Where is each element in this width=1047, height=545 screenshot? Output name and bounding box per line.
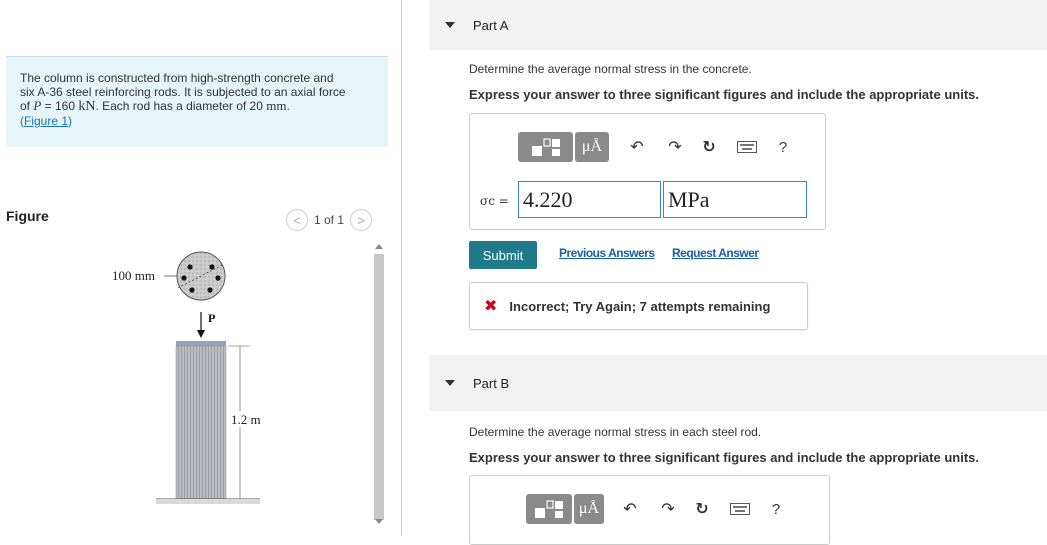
problem-line-1: The column is constructed from high-stre… <box>20 71 334 85</box>
figure-title: Figure <box>6 208 49 224</box>
error-x-icon: ✖ <box>484 298 498 315</box>
figure-link-line: (Figure 1) <box>20 114 374 128</box>
text-fragment: . <box>286 99 290 113</box>
left-panel: The column is constructed from high-stre… <box>0 0 402 536</box>
undo-icon[interactable]: ↶ <box>618 497 642 521</box>
keyboard-icon[interactable] <box>735 135 759 159</box>
next-figure-button[interactable]: > <box>350 209 373 231</box>
part-a-header[interactable]: Part A <box>429 0 1047 50</box>
template-icon <box>535 500 563 518</box>
unit-kn: kN <box>78 99 96 114</box>
problem-line-3: of P = 160 kN. Each rod has a diameter o… <box>20 99 374 114</box>
previous-answers-link[interactable]: Previous Answers <box>559 246 655 260</box>
text-fragment: . Each rod has a diameter of 20 <box>95 99 267 113</box>
submit-button[interactable]: Submit <box>469 241 537 269</box>
chevron-right-icon: > <box>357 212 365 228</box>
scroll-thumb[interactable] <box>374 254 384 520</box>
part-b-title: Part B <box>473 375 510 391</box>
part-b-instruction: Express your answer to three significant… <box>469 450 979 465</box>
text-fragment: of <box>20 99 34 113</box>
feedback-box: ✖ Incorrect; Try Again; 7 attempts remai… <box>469 282 808 330</box>
part-b-header[interactable]: Part B <box>429 355 1047 411</box>
part-a-instruction: Express your answer to three significant… <box>469 87 979 102</box>
height-label: 1.2 m <box>231 412 261 427</box>
undo-icon[interactable]: ↶ <box>625 135 649 159</box>
feedback-text: Incorrect; Try Again; 7 attempts remaini… <box>509 298 771 314</box>
part-b-answer-box: μÅ ↶ ↷ ↻ ? <box>469 475 830 545</box>
units-button[interactable]: μÅ <box>574 494 604 524</box>
templates-button[interactable] <box>518 132 573 162</box>
stress-value-input[interactable]: 4.220 <box>518 181 661 218</box>
reset-icon[interactable]: ↻ <box>690 497 714 521</box>
figure-link[interactable]: Figure 1 <box>24 114 68 128</box>
pager-text: 1 of 1 <box>314 213 345 227</box>
column-body <box>175 345 227 500</box>
text-fragment: = 160 <box>41 99 79 113</box>
request-answer-link[interactable]: Request Answer <box>672 246 759 260</box>
column-diagram: 100 mm P 1.2 m <box>112 251 269 504</box>
load-label: P <box>208 311 215 325</box>
problem-line-2: six A-36 steel reinforcing rods. It is s… <box>20 85 346 99</box>
sigma-c-label: σc = <box>480 194 509 208</box>
scroll-down-icon[interactable] <box>375 519 383 524</box>
part-a-title: Part A <box>473 17 509 33</box>
template-icon <box>531 138 560 156</box>
unit-mm: mm <box>266 98 287 113</box>
right-panel: Part A Determine the average normal stre… <box>403 0 1047 545</box>
keyboard-icon[interactable] <box>728 497 752 521</box>
help-icon[interactable]: ? <box>764 497 788 521</box>
figure-image: 100 mm P 1.2 m <box>100 240 370 536</box>
templates-button[interactable] <box>526 494 572 524</box>
redo-icon[interactable]: ↷ <box>656 497 680 521</box>
part-b-question: Determine the average normal stress in e… <box>469 425 762 439</box>
paren: ) <box>68 114 73 128</box>
units-button[interactable]: μÅ <box>575 132 609 162</box>
collapse-triangle-icon[interactable] <box>445 22 455 28</box>
problem-statement: The column is constructed from high-stre… <box>6 56 388 147</box>
chevron-left-icon: < <box>293 212 301 228</box>
diameter-label: 100 mm <box>112 268 155 283</box>
help-icon[interactable]: ? <box>771 135 795 159</box>
scroll-up-icon[interactable] <box>375 244 383 249</box>
figure-pager: < 1 of 1 > <box>286 209 373 231</box>
figure-scrollbar[interactable] <box>372 240 386 530</box>
redo-icon[interactable]: ↷ <box>663 135 687 159</box>
part-a-question: Determine the average normal stress in t… <box>469 62 752 76</box>
collapse-triangle-icon[interactable] <box>445 380 455 386</box>
reset-icon[interactable]: ↻ <box>697 135 721 159</box>
prev-figure-button[interactable]: < <box>286 209 308 231</box>
part-b-toolbar: μÅ ↶ ↷ ↻ ? <box>526 494 788 524</box>
stress-unit-input[interactable]: MPa <box>663 181 807 218</box>
part-a-toolbar: μÅ ↶ ↷ ↻ ? <box>518 132 795 162</box>
